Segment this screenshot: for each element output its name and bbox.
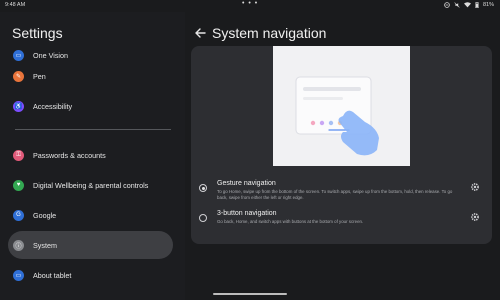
status-icons: 81%: [444, 2, 494, 8]
gesture-hand-icon: [295, 76, 379, 156]
back-arrow-icon[interactable]: [193, 26, 207, 40]
wifi-icon: [463, 2, 471, 8]
three-button-radio[interactable]: [199, 214, 207, 222]
gear-icon[interactable]: [470, 212, 480, 222]
system-icon: ⓘ: [13, 239, 24, 251]
settings-item-digital-wellbeing[interactable]: ♥ Digital Wellbeing & parental controls: [8, 171, 173, 199]
gesture-illustration: [273, 46, 410, 166]
gear-icon[interactable]: [470, 182, 480, 192]
settings-item-label: System: [33, 240, 57, 250]
settings-item-label: About tablet: [33, 270, 72, 280]
three-button-navigation-option[interactable]: 3-button navigation Go back, Home, and s…: [191, 208, 492, 238]
option-title: Gesture navigation: [217, 180, 276, 187]
mute-icon: [454, 2, 460, 8]
do-not-disturb-icon: [444, 2, 450, 8]
battery-icon: [475, 2, 479, 8]
google-icon: G: [13, 209, 24, 221]
settings-item-label: Accessibility: [33, 101, 73, 111]
page-title: System navigation: [212, 25, 327, 41]
settings-item-pen[interactable]: ✎ Pen: [8, 62, 173, 90]
gesture-handle[interactable]: [213, 293, 287, 295]
accessibility-icon: ♿: [13, 100, 24, 112]
settings-item-google[interactable]: G Google: [8, 201, 173, 229]
navigation-card: Gesture navigation To go Home, swipe up …: [191, 46, 492, 244]
status-bar: 9:48 AM • • • 81%: [0, 0, 500, 12]
settings-item-passwords[interactable]: ⚿ Passwords & accounts: [8, 141, 173, 169]
gesture-radio[interactable]: [199, 184, 207, 192]
tablet-icon: ▭: [13, 269, 24, 281]
settings-item-label: Passwords & accounts: [33, 150, 106, 160]
option-description: Go back, Home, and switch apps with butt…: [217, 219, 364, 224]
settings-divider: [15, 129, 171, 130]
settings-item-label: Google: [33, 210, 57, 220]
one-vision-icon: ▭: [13, 49, 24, 61]
wellbeing-icon: ♥: [13, 179, 24, 191]
detail-pane: System navigation Gesture navigation To …: [185, 12, 500, 300]
settings-list-pane: Settings ▭ One Vision ✎ Pen ♿ Accessibil…: [0, 12, 185, 300]
settings-item-system[interactable]: ⓘ System: [8, 231, 173, 259]
key-icon: ⚿: [13, 149, 24, 161]
option-description: To go Home, swipe up from the bottom of …: [217, 189, 453, 200]
battery-percent: 81%: [482, 2, 494, 8]
pen-icon: ✎: [13, 70, 24, 82]
status-dots-icon: • • •: [242, 0, 259, 7]
settings-item-label: One Vision: [33, 50, 69, 60]
settings-title: Settings: [12, 25, 63, 41]
settings-item-about-tablet[interactable]: ▭ About tablet: [8, 261, 173, 289]
status-time: 9:48 AM: [5, 2, 26, 8]
settings-item-label: Digital Wellbeing & parental controls: [33, 180, 149, 190]
settings-item-label: Pen: [33, 71, 46, 81]
settings-item-accessibility[interactable]: ♿ Accessibility: [8, 92, 173, 120]
gesture-navigation-option[interactable]: Gesture navigation To go Home, swipe up …: [191, 178, 492, 208]
option-title: 3-button navigation: [217, 210, 277, 217]
